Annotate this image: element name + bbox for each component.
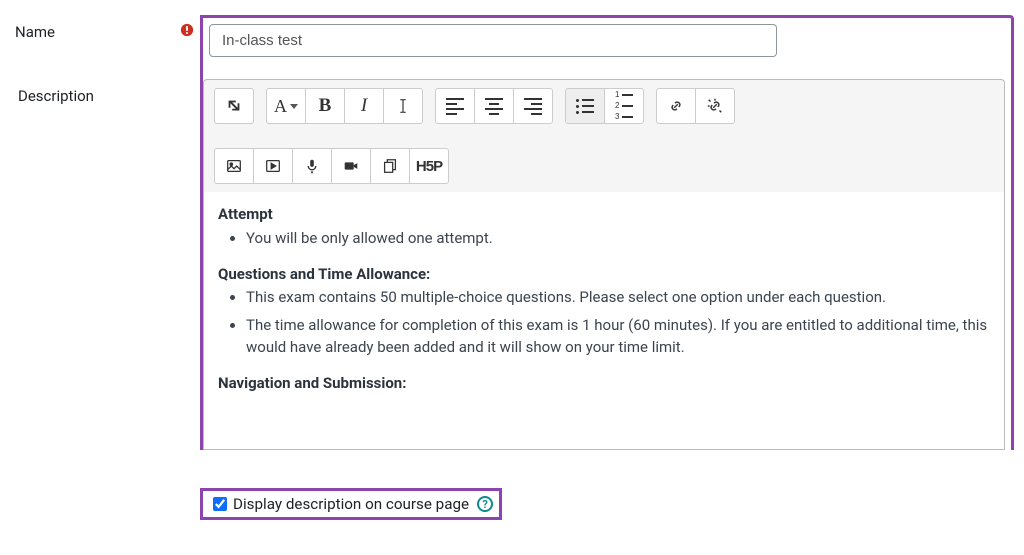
- section-heading: Navigation and Submission:: [218, 374, 406, 392]
- toolbar-numbered-list-button[interactable]: 123: [604, 88, 644, 124]
- toolbar-bullet-list-button[interactable]: [565, 88, 605, 124]
- editor-toolbar: A B I 123: [203, 79, 1005, 192]
- description-label-col: Description: [13, 57, 203, 105]
- toolbar-microphone-button[interactable]: [292, 148, 332, 184]
- name-label-col: Name: [10, 15, 200, 41]
- toolbar-video-button[interactable]: [331, 148, 371, 184]
- help-icon[interactable]: [477, 496, 493, 512]
- name-highlight: Description A B I: [200, 15, 1014, 450]
- toolbar-image-button[interactable]: [214, 148, 254, 184]
- toolbar-paragraph-style-button[interactable]: A: [266, 88, 306, 124]
- toolbar-expand-button[interactable]: [214, 88, 254, 124]
- name-row: Name Description A B: [10, 15, 1014, 450]
- toolbar-files-button[interactable]: [370, 148, 410, 184]
- toolbar-text-cursor-button[interactable]: [383, 88, 423, 124]
- toolbar-align-center-button[interactable]: [474, 88, 514, 124]
- toolbar-media-button[interactable]: [253, 148, 293, 184]
- required-icon: [180, 23, 194, 41]
- toolbar-unlink-button[interactable]: [695, 88, 735, 124]
- name-label: Name: [15, 23, 180, 41]
- toolbar-bold-button[interactable]: B: [305, 88, 345, 124]
- toolbar-italic-button[interactable]: I: [344, 88, 384, 124]
- toolbar-align-right-button[interactable]: [513, 88, 553, 124]
- section-heading: Attempt: [218, 205, 273, 223]
- name-input[interactable]: [209, 24, 777, 57]
- description-label: Description: [18, 87, 203, 105]
- section-heading: Questions and Time Allowance:: [218, 265, 430, 283]
- list-item: You will be only allowed one attempt.: [246, 228, 990, 250]
- toolbar-h5p-button[interactable]: H5P: [409, 148, 449, 184]
- description-editor: A B I 123: [203, 57, 1005, 450]
- display-label: Display description on course page: [233, 495, 469, 513]
- list-item: The time allowance for completion of thi…: [246, 315, 990, 359]
- toolbar-link-button[interactable]: [656, 88, 696, 124]
- toolbar-align-left-button[interactable]: [435, 88, 475, 124]
- editor-content[interactable]: Attempt You will be only allowed one atte…: [203, 192, 1005, 450]
- list-item: This exam contains 50 multiple-choice qu…: [246, 287, 990, 309]
- display-highlight: Display description on course page: [200, 488, 502, 520]
- display-checkbox[interactable]: [213, 497, 227, 511]
